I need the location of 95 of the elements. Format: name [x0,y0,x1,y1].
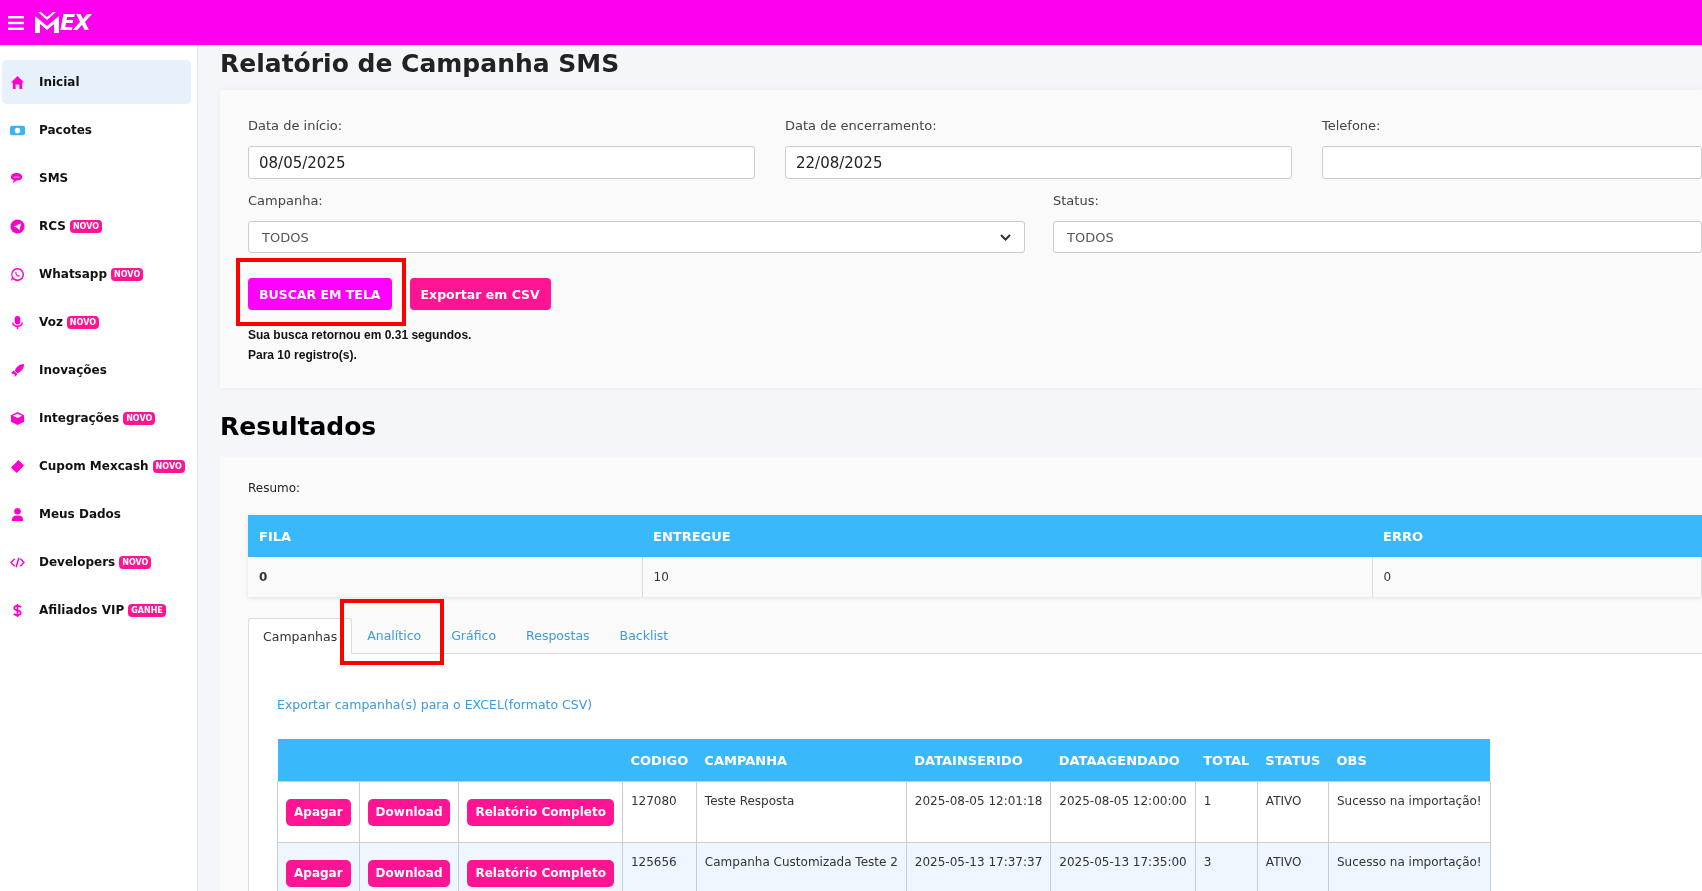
sidebar-item[interactable]: Afiliados VIP GANHE [2,588,191,632]
send-icon [10,218,25,234]
sidebar-label: Pacotes [39,123,92,137]
microphone-icon [10,314,25,330]
sidebar-label: Cupom Mexcash [39,459,149,473]
column-header: ERRO [1372,515,1702,557]
field-label: Telefone: [1322,118,1382,133]
sidebar-item[interactable]: Developers NOVO [2,540,191,584]
rocket-icon [10,362,25,378]
select-field[interactable]: TODOS [1053,221,1702,253]
field-label: Data de encerramento: [785,118,938,133]
sidebar-label: Inicial [39,75,80,89]
page-title: Relatório de Campanha SMS [220,49,621,78]
new-badge: NOVO [69,219,103,233]
cube-icon [10,410,25,426]
sidebar-label: Developers [39,555,116,569]
column-header: DATAAGENDADO [1050,739,1196,782]
report-button[interactable]: Relatório Completo [467,798,614,826]
home-icon [10,74,25,90]
sidebar-item[interactable]: Pacotes [2,108,191,152]
new-badge: NOVO [119,555,152,569]
column-header: CAMPANHA [696,739,907,782]
table-cell: 1 [1195,781,1258,843]
table-cell: 127080 [622,781,697,843]
chat-phone-icon [10,266,25,282]
table-cell: Sucesso na importação! [1328,842,1491,891]
chat-icon [10,170,25,186]
section-title: Resultados [220,412,378,441]
summary-label: Resumo: [248,481,302,495]
sidebar-label: Inovações [39,363,107,377]
table-cell: Teste Resposta [696,781,907,843]
input-field[interactable]: 22/08/2025 [785,146,1292,179]
table-cell: ATIVO [1257,781,1329,843]
input-field[interactable]: 08/05/2025 [248,146,755,179]
column-header: ENTREGUE [642,515,1372,557]
new-badge: NOVO [123,411,156,425]
table-cell: 0 [1372,557,1702,597]
delete-button[interactable]: Apagar [286,798,351,826]
table-cell: 2025-05-13 17:35:00 [1050,842,1196,891]
field-label: Status: [1053,193,1100,208]
new-badge: NOVO [152,459,185,473]
table-cell: Campanha Customizada Teste 2 [696,842,907,891]
table-cell: 2025-08-05 12:01:18 [906,781,1051,843]
sidebar-item[interactable]: SMS [2,156,191,200]
logo-icon [34,11,60,34]
select-field[interactable]: TODOS [248,221,1025,253]
download-button[interactable]: Download [367,798,451,826]
new-badge: NOVO [66,315,99,329]
field-label: Campanha: [248,193,324,208]
column-header: TOTAL [1195,739,1258,782]
new-badge: NOVO [111,267,144,281]
report-button[interactable]: Relatório Completo [467,859,614,887]
sidebar-label: Integrações [39,411,120,425]
export-csv-button[interactable]: Exportar em CSV [409,278,551,310]
sidebar-label: RCS [39,219,66,233]
sidebar-item[interactable]: Inicial [2,60,191,104]
sidebar-label: Afiliados VIP [39,603,125,617]
column-header: OBS [1328,739,1491,782]
sidebar-item[interactable]: Integrações NOVO [2,396,191,440]
user-icon [10,506,25,522]
menu-icon[interactable] [8,15,24,30]
sidebar-item[interactable]: Voz NOVO [2,300,191,344]
column-header: CODIGO [622,739,697,782]
sidebar-label: SMS [39,171,69,185]
dollar-icon [10,602,25,618]
table-cell: ATIVO [1257,842,1329,891]
table-cell: 10 [642,557,1372,597]
table-cell: Sucesso na importação! [1328,781,1491,843]
sidebar-item[interactable]: Meus Dados [2,492,191,536]
chevron-icon [1000,233,1011,241]
input-field[interactable] [1322,146,1702,179]
sidebar-item[interactable]: Whatsapp NOVO [2,252,191,296]
table-cell: 0 [248,557,642,597]
sidebar-label: Voz [39,315,63,329]
column-header: STATUS [1257,739,1329,782]
sidebar-label: Whatsapp [39,267,108,281]
ticket-icon [10,458,25,474]
sidebar-item[interactable]: RCS NOVO [2,204,191,248]
table-cell: 2025-08-05 12:00:00 [1050,781,1196,843]
field-label: Data de início: [248,118,344,133]
sidebar-label: Meus Dados [39,507,121,521]
delete-button[interactable]: Apagar [286,859,351,887]
sidebar-item[interactable]: Inovações [2,348,191,392]
logo-text: EX [60,10,90,35]
tab[interactable]: Campanhas [248,618,353,654]
table-cell: 2025-05-13 17:37:37 [906,842,1051,891]
result-message: Sua busca retornou em 0.31 segundos. [248,328,473,342]
column-header: DATAINSERIDO [906,739,1051,782]
table-cell: 3 [1195,842,1258,891]
sidebar-item[interactable]: Cupom Mexcash NOVO [2,444,191,488]
column-header: FILA [248,515,642,557]
new-badge: GANHE [128,603,166,617]
table-cell: 125656 [622,842,697,891]
download-button[interactable]: Download [367,859,451,887]
result-message: Para 10 registro(s). [248,348,358,362]
